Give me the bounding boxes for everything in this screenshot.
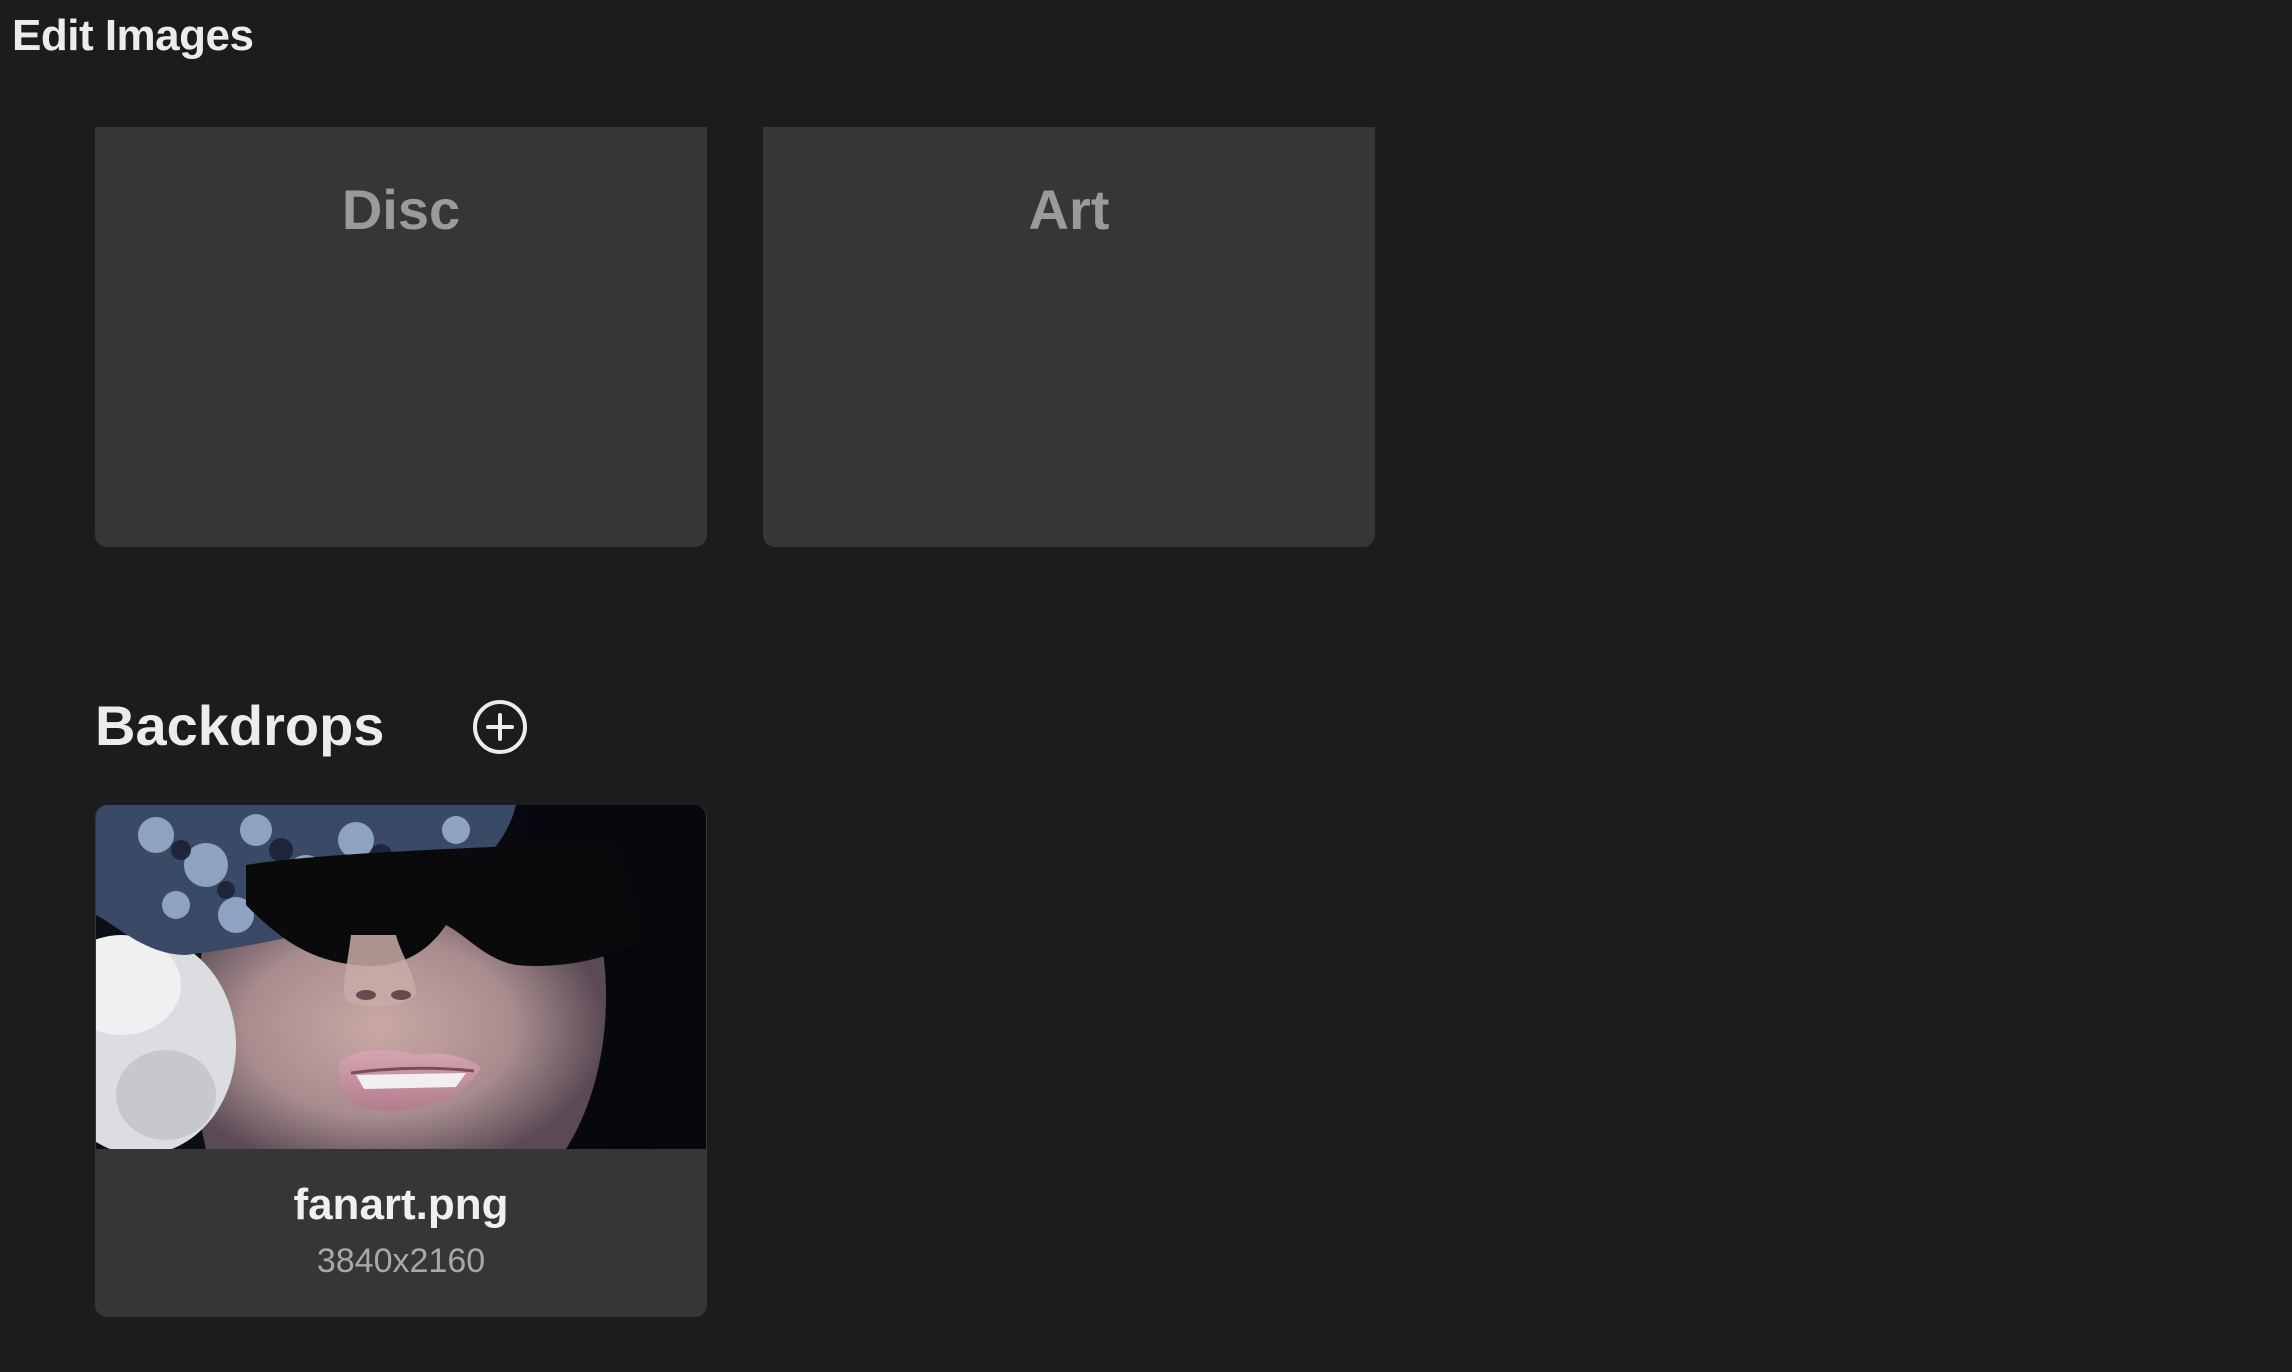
backdrop-thumbnail <box>96 805 706 1149</box>
plus-circle-icon <box>473 700 527 754</box>
art-slot-label: Art <box>1028 178 1110 241</box>
backdrops-section-title: Backdrops <box>95 694 385 757</box>
disc-slot-label: Disc <box>341 178 461 241</box>
backdrop-card[interactable]: fanart.png 3840x2160 <box>95 805 707 1317</box>
backdrop-filename: fanart.png <box>293 1180 509 1229</box>
add-backdrop-button[interactable] <box>471 698 529 756</box>
edit-images-page: Edit Images Disc Art Backdrops fanart.pn… <box>0 0 2292 1372</box>
art-image-slot[interactable]: Art <box>763 127 1375 547</box>
backdrops-header: Backdrops <box>95 690 384 762</box>
page-title: Edit Images <box>12 11 254 60</box>
backdrop-dimensions: 3840x2160 <box>316 1242 486 1280</box>
disc-image-slot[interactable]: Disc <box>95 127 707 547</box>
backdrop-image <box>96 805 706 1149</box>
